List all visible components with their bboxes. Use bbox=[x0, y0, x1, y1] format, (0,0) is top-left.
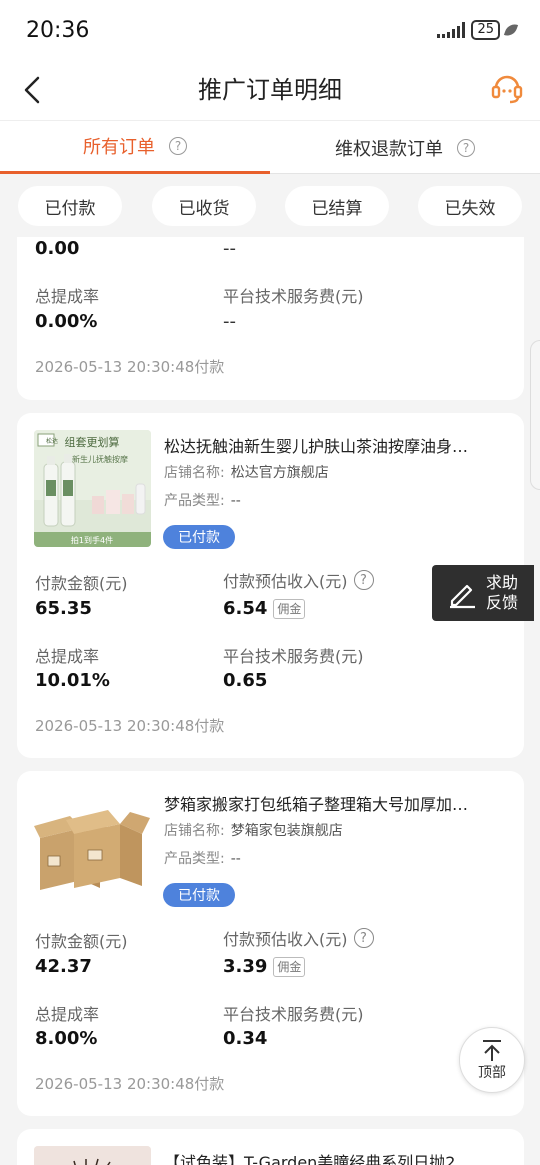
status-badge: 已付款 bbox=[163, 525, 235, 549]
scroll-top-label: 顶部 bbox=[478, 1065, 506, 1081]
leaf-icon bbox=[503, 21, 519, 39]
service-fee-value: 0.34 bbox=[223, 1028, 268, 1049]
product-title[interactable]: 【试色装】T-Garden美瞳经典系列日抛2… bbox=[164, 1149, 509, 1165]
status-bar: 20:36 25 bbox=[0, 0, 540, 60]
rate-label: 总提成率 bbox=[35, 647, 100, 666]
est-income-value: 6.54 bbox=[223, 598, 268, 619]
filter-received[interactable]: 已收货 bbox=[152, 186, 256, 226]
pay-amount-label: 付款金额(元) bbox=[35, 574, 128, 593]
est-income-value: 3.39 bbox=[223, 956, 268, 977]
product-image[interactable] bbox=[34, 1146, 151, 1165]
filter-invalid[interactable]: 已失效 bbox=[418, 186, 522, 226]
product-image-lens bbox=[34, 1146, 151, 1165]
status-icons: 25 bbox=[437, 20, 519, 40]
product-image-boxes bbox=[34, 788, 151, 905]
edit-pen-icon bbox=[450, 584, 475, 609]
scroll-top-button[interactable]: 顶部 bbox=[459, 1027, 525, 1093]
help-label-line2: 反馈 bbox=[486, 593, 519, 612]
help-question-icon[interactable]: ? bbox=[169, 137, 187, 155]
order-time: 2026-05-13 20:30:48付款 bbox=[35, 717, 225, 735]
product-image-oil: 组套更划算 新生儿抚触按摩 松达 拍1到手4件 bbox=[34, 430, 151, 547]
help-question-icon[interactable]: ? bbox=[353, 928, 374, 948]
service-fee-value: 0.65 bbox=[223, 670, 268, 691]
side-drawer-handle[interactable] bbox=[530, 340, 540, 490]
product-title[interactable]: 梦箱家搬家打包纸箱子整理箱大号加厚加… bbox=[164, 791, 504, 815]
est-income-row: 6.54 佣金 bbox=[223, 598, 306, 619]
image-foot: 拍1到手4件 bbox=[71, 535, 113, 545]
customer-service-button[interactable] bbox=[490, 70, 524, 106]
rate-label: 总提成率 bbox=[35, 287, 100, 306]
pay-amount-value: 65.35 bbox=[35, 598, 92, 619]
est-income-label: 付款预估收入(元) ? bbox=[223, 568, 374, 592]
pay-amount-value: 0.00 bbox=[35, 238, 80, 259]
service-fee-value: -- bbox=[223, 311, 236, 332]
tab-all-orders-label: 所有订单 bbox=[83, 137, 155, 158]
status-filters: 已付款 已收货 已结算 已失效 bbox=[0, 175, 540, 237]
image-brand: 松达 bbox=[46, 437, 58, 445]
order-tabs: 所有订单 ? 维权退款订单 ? bbox=[0, 120, 540, 174]
service-fee-label: 平台技术服务费(元) bbox=[223, 287, 364, 306]
ptype-value: -- bbox=[230, 493, 241, 509]
image-sub: 新生儿抚触按摩 bbox=[72, 454, 128, 464]
shop-name-row: 店铺名称: 梦箱家包装旗舰店 bbox=[164, 820, 343, 840]
product-image[interactable]: 组套更划算 新生儿抚触按摩 松达 拍1到手4件 bbox=[34, 430, 151, 547]
shop-name-row: 店铺名称: 松达官方旗舰店 bbox=[164, 462, 329, 482]
shop-name: 梦箱家包装旗舰店 bbox=[230, 823, 343, 839]
shop-name: 松达官方旗舰店 bbox=[230, 465, 329, 481]
est-income-row: 3.39 佣金 bbox=[223, 956, 306, 977]
status-time: 20:36 bbox=[26, 18, 90, 43]
service-fee-label: 平台技术服务费(元) bbox=[223, 647, 364, 666]
pay-amount-value: 42.37 bbox=[35, 956, 92, 977]
commission-tag: 佣金 bbox=[273, 956, 306, 977]
help-question-icon[interactable]: ? bbox=[457, 138, 475, 157]
rate-value: 0.00% bbox=[35, 311, 98, 332]
est-income-label-text: 付款预估收入(元) bbox=[223, 572, 348, 591]
filter-paid[interactable]: 已付款 bbox=[18, 186, 122, 226]
est-income-label: 付款预估收入(元) ? bbox=[223, 926, 374, 950]
tab-refund-orders-label: 维权退款订单 bbox=[335, 138, 443, 160]
rate-label: 总提成率 bbox=[35, 1005, 100, 1024]
order-time: 2026-05-13 20:30:48付款 bbox=[35, 1075, 225, 1093]
battery-icon: 25 bbox=[471, 20, 500, 40]
shop-label: 店铺名称: bbox=[164, 823, 225, 839]
filter-settled[interactable]: 已结算 bbox=[285, 186, 389, 226]
rate-value: 8.00% bbox=[35, 1028, 98, 1049]
page-title: 推广订单明细 bbox=[198, 76, 342, 104]
help-question-icon[interactable]: ? bbox=[353, 570, 374, 590]
product-image[interactable] bbox=[34, 788, 151, 905]
order-card[interactable]: 【试色装】T-Garden美瞳经典系列日抛2… bbox=[17, 1129, 524, 1165]
order-card[interactable]: 梦箱家搬家打包纸箱子整理箱大号加厚加… 店铺名称: 梦箱家包装旗舰店 产品类型: -… bbox=[17, 771, 524, 1116]
help-label-line1: 求助 bbox=[486, 573, 519, 592]
status-badge: 已付款 bbox=[163, 883, 235, 907]
order-card[interactable]: 0.00 -- 总提成率 平台技术服务费(元) 0.00% -- 2026-05… bbox=[17, 237, 524, 400]
nav-bar: 推广订单明细 bbox=[0, 60, 540, 120]
ptype-label: 产品类型: bbox=[164, 851, 225, 867]
order-list[interactable]: 0.00 -- 总提成率 平台技术服务费(元) 0.00% -- 2026-05… bbox=[0, 237, 540, 1165]
product-type-row: 产品类型: -- bbox=[164, 490, 241, 510]
ptype-label: 产品类型: bbox=[164, 493, 225, 509]
image-headline: 组套更划算 bbox=[65, 435, 120, 449]
help-feedback-label: 求助 反馈 bbox=[486, 573, 518, 613]
headset-icon bbox=[491, 75, 523, 104]
product-type-row: 产品类型: -- bbox=[164, 848, 241, 868]
commission-tag: 佣金 bbox=[273, 598, 306, 619]
shop-label: 店铺名称: bbox=[164, 465, 225, 481]
service-fee-label: 平台技术服务费(元) bbox=[223, 1005, 364, 1024]
pay-amount-label: 付款金额(元) bbox=[35, 932, 128, 951]
order-time: 2026-05-13 20:30:48付款 bbox=[35, 358, 225, 376]
help-feedback-button[interactable]: 求助 反馈 bbox=[432, 565, 534, 621]
ptype-value: -- bbox=[230, 851, 241, 867]
product-title[interactable]: 松达抚触油新生婴儿护肤山茶油按摩油身… bbox=[164, 433, 504, 457]
arrow-up-icon bbox=[483, 1040, 501, 1061]
signal-icon bbox=[437, 22, 466, 38]
tab-all-orders[interactable]: 所有订单 ? bbox=[0, 121, 270, 174]
rate-value: 10.01% bbox=[35, 670, 110, 691]
est-income-value: -- bbox=[223, 238, 236, 259]
tab-refund-orders[interactable]: 维权退款订单 ? bbox=[270, 121, 540, 174]
est-income-label-text: 付款预估收入(元) bbox=[223, 930, 348, 949]
